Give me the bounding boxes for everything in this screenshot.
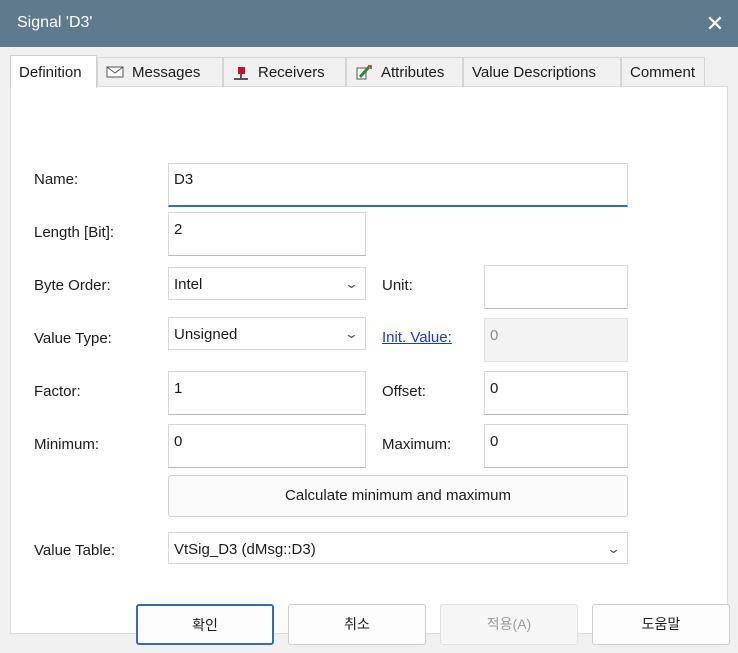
close-button[interactable]: ✕ [692, 0, 738, 47]
ok-label: 확인 [192, 617, 218, 633]
definition-panel: Name: D3 Length [Bit]: 2 Byte Order: Int… [10, 86, 728, 634]
offset-label: Offset: [382, 383, 426, 400]
value-table-select[interactable]: VtSig_D3 (dMsg::D3) ⌄ [168, 532, 628, 564]
tab-definition[interactable]: Definition [10, 55, 97, 88]
title-bar: Signal 'D3' ✕ [0, 0, 738, 47]
byte-order-select[interactable]: Intel ⌄ [168, 267, 366, 300]
apply-button[interactable]: 적용(A) [440, 604, 578, 645]
value-type-value: Unsigned [174, 326, 238, 343]
tab-attributes-label: Attributes [381, 64, 445, 81]
value-type-select[interactable]: Unsigned ⌄ [168, 317, 366, 350]
length-label: Length [Bit]: [34, 224, 115, 241]
tab-value-descriptions-label: Value Descriptions [472, 64, 596, 81]
value-type-label: Value Type: [34, 330, 112, 347]
receiver-icon [232, 65, 250, 81]
ok-button[interactable]: 확인 [136, 604, 274, 645]
tab-value-descriptions[interactable]: Value Descriptions [463, 57, 621, 87]
maximum-label: Maximum: [382, 436, 452, 453]
value-table-label: Value Table: [34, 542, 116, 559]
factor-label: Factor: [34, 383, 81, 400]
tab-receivers-label: Receivers [258, 64, 325, 81]
offset-field[interactable]: 0 [484, 371, 628, 415]
tab-definition-label: Definition [19, 63, 82, 81]
calculate-min-max-button[interactable]: Calculate minimum and maximum [168, 475, 628, 517]
name-field[interactable]: D3 [168, 163, 628, 207]
length-value: 2 [174, 221, 183, 238]
help-button[interactable]: 도움말 [592, 604, 730, 645]
init-value-value: 0 [490, 327, 499, 344]
factor-value: 1 [174, 380, 183, 397]
window-title: Signal 'D3' [17, 14, 93, 31]
value-table-value: VtSig_D3 (dMsg::D3) [174, 541, 316, 558]
init-value-field: 0 [484, 318, 628, 362]
envelope-icon [106, 65, 124, 81]
unit-label: Unit: [382, 277, 413, 294]
length-field[interactable]: 2 [168, 212, 366, 256]
offset-value: 0 [490, 380, 499, 397]
init-value-link[interactable]: Init. Value: [382, 329, 452, 346]
chevron-down-icon: ⌄ [343, 326, 360, 341]
minimum-label: Minimum: [34, 436, 100, 453]
maximum-field[interactable]: 0 [484, 424, 628, 468]
cancel-button[interactable]: 취소 [288, 604, 426, 645]
help-label: 도움말 [641, 616, 681, 632]
name-label: Name: [34, 171, 79, 188]
tab-receivers[interactable]: Receivers [223, 57, 346, 87]
close-icon: ✕ [705, 11, 725, 36]
tab-comment[interactable]: Comment [621, 57, 705, 87]
byte-order-value: Intel [174, 276, 203, 293]
tab-messages[interactable]: Messages [97, 57, 223, 87]
chevron-down-icon: ⌄ [343, 276, 360, 291]
factor-field[interactable]: 1 [168, 371, 366, 415]
tab-bar: Definition Messages Receivers Attributes… [10, 55, 705, 88]
apply-label: 적용(A) [486, 616, 532, 632]
cancel-label: 취소 [344, 616, 370, 632]
minimum-value: 0 [174, 433, 183, 450]
name-value: D3 [174, 171, 194, 188]
tab-attributes[interactable]: Attributes [346, 57, 463, 87]
chevron-down-icon: ⌄ [605, 541, 622, 556]
tab-comment-label: Comment [630, 64, 696, 81]
attributes-icon [355, 64, 373, 81]
byte-order-label: Byte Order: [34, 277, 111, 294]
dialog-body: Definition Messages Receivers Attributes… [0, 47, 738, 653]
tab-messages-label: Messages [132, 64, 201, 81]
maximum-value: 0 [490, 433, 499, 450]
calculate-min-max-label: Calculate minimum and maximum [285, 487, 511, 504]
unit-field[interactable] [484, 265, 628, 309]
minimum-field[interactable]: 0 [168, 424, 366, 468]
